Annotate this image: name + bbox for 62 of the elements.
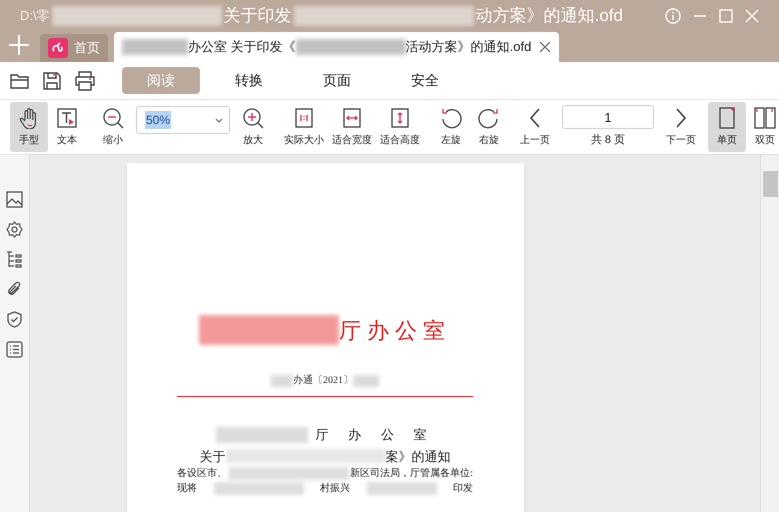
fit-width-icon <box>341 106 363 128</box>
text-tool-icon <box>56 106 78 128</box>
zoom-value: 50% <box>145 111 172 129</box>
chevron-right-button[interactable]: 下一页 <box>662 102 700 152</box>
redaction-block <box>366 482 436 495</box>
tree-icon[interactable] <box>6 251 23 268</box>
paperclip-icon[interactable] <box>6 281 23 298</box>
caret-icon <box>215 118 223 122</box>
double-page-icon <box>754 106 776 128</box>
text: 现将 <box>177 482 197 496</box>
document-tab[interactable]: 办公室 关于印发《 活动方案》的通知.ofd <box>114 32 560 62</box>
zoom-in-icon <box>242 106 264 128</box>
actual-size-button[interactable]: 实际大小 <box>280 102 328 152</box>
text: 厅办公室 <box>339 316 451 344</box>
text: 新区司法局，厅管属各单位: <box>350 466 473 481</box>
zoom-out-button[interactable]: 缩小 <box>94 102 132 152</box>
close-icon[interactable] <box>539 41 552 53</box>
hand-button[interactable]: 手型 <box>10 102 48 152</box>
text: 办公室 关于印发《 <box>188 38 296 56</box>
rotate-right-icon <box>478 106 500 128</box>
redaction-block <box>122 39 188 55</box>
menu-tab[interactable]: 页面 <box>298 67 376 94</box>
text: 各设区市、 <box>177 466 227 481</box>
printer-icon[interactable] <box>74 70 96 90</box>
settings-icon[interactable] <box>6 221 23 238</box>
page-count: 共 8 页 <box>590 133 626 148</box>
single-page-button[interactable]: 单页 <box>708 102 746 152</box>
list-icon[interactable] <box>6 341 23 358</box>
menu-tab[interactable]: 安全 <box>386 67 464 94</box>
double-page-button[interactable]: 双页 <box>746 102 779 152</box>
redaction-block <box>271 374 293 386</box>
text: 村振兴 <box>320 482 350 496</box>
text: 印发 <box>453 482 473 496</box>
rotate-left-icon <box>440 106 462 128</box>
scrollbar-thumb[interactable] <box>762 171 778 197</box>
zoom-in-button[interactable]: 放大 <box>234 102 272 152</box>
save-icon[interactable] <box>42 70 62 90</box>
rotate-left-button[interactable]: 左旋 <box>432 102 470 152</box>
fit-width-button[interactable]: 适合宽度 <box>328 102 376 152</box>
folder-icon[interactable] <box>10 72 30 90</box>
text: 活动方案》的通知.ofd <box>406 38 532 56</box>
image-icon[interactable] <box>6 191 23 208</box>
text: 案》的通知 <box>386 448 450 466</box>
zoom-out-icon <box>102 106 124 128</box>
text: 厅 办 公 室 <box>316 426 434 444</box>
redaction-block <box>353 374 379 386</box>
rotate-right-button[interactable]: 右旋 <box>470 102 508 152</box>
text: D:\零 <box>20 7 50 26</box>
text: 动方案》的通知.ofd <box>476 5 623 28</box>
text: 关于 <box>200 448 226 466</box>
fit-height-icon <box>389 106 411 128</box>
zoom-dropdown[interactable]: 50% <box>136 106 230 134</box>
text-tool-button[interactable]: 文本 <box>48 102 86 152</box>
text: 关于印发 <box>224 5 292 28</box>
app-logo-icon <box>48 38 68 58</box>
actual-size-icon <box>293 106 315 128</box>
fit-height-button[interactable]: 适合高度 <box>376 102 424 152</box>
text: 办通〔2021〕 <box>293 374 353 388</box>
menu-tab[interactable]: 转换 <box>210 67 288 94</box>
shield-icon[interactable] <box>6 311 23 328</box>
page-number-field[interactable]: 1 <box>562 105 654 130</box>
chevron-left-button[interactable]: 上一页 <box>516 102 554 152</box>
